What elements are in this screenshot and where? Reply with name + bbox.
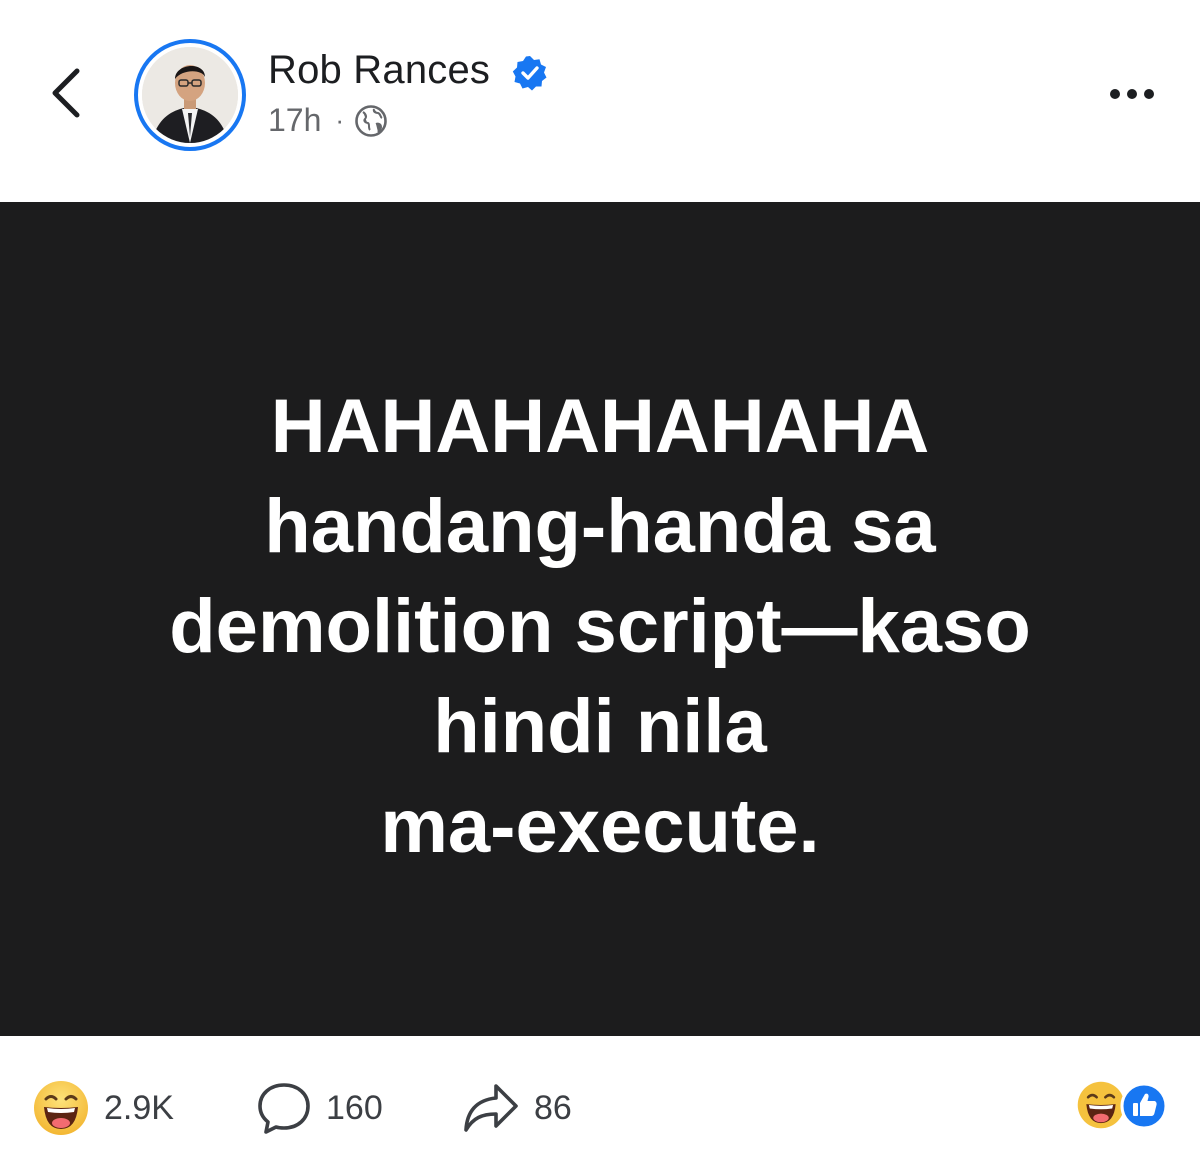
post-text-line: demolition script—kaso xyxy=(169,584,1031,669)
post-header: Rob Rances 17h · xyxy=(0,0,1200,202)
post-page: Rob Rances 17h · HAHAHAHAHAHA handang-ha… xyxy=(0,0,1200,1168)
reactions-summary[interactable] xyxy=(1074,1076,1174,1140)
post-text-line: handang-handa sa xyxy=(264,484,936,569)
meta-separator: · xyxy=(335,105,345,135)
share-button[interactable]: 86 xyxy=(462,1076,572,1140)
share-count: 86 xyxy=(534,1088,572,1127)
timestamp[interactable]: 17h xyxy=(268,102,321,139)
avatar[interactable] xyxy=(134,39,246,151)
post-text: HAHAHAHAHAHA handang-handa sa demolition… xyxy=(100,377,1100,877)
post-text-line: HAHAHAHAHAHA xyxy=(270,384,930,469)
reaction-count: 2.9K xyxy=(104,1088,174,1127)
comment-button[interactable]: 160 xyxy=(256,1076,383,1140)
comment-icon xyxy=(258,1083,310,1134)
comment-count: 160 xyxy=(326,1088,383,1127)
more-dot-icon xyxy=(1110,89,1120,99)
more-dot-icon xyxy=(1127,89,1137,99)
haha-icon xyxy=(1077,1081,1125,1129)
post-text-card[interactable]: HAHAHAHAHAHA handang-handa sa demolition… xyxy=(0,202,1200,1036)
more-options-button[interactable] xyxy=(1100,72,1164,116)
post-text-line: ma-execute. xyxy=(380,784,820,869)
post-footer: 2.9K 160 86 xyxy=(0,1036,1200,1168)
share-icon xyxy=(464,1084,518,1132)
post-meta: 17h · xyxy=(268,102,388,139)
globe-icon xyxy=(355,104,387,137)
author-name[interactable]: Rob Rances xyxy=(268,48,490,93)
chevron-left-icon xyxy=(52,68,80,118)
avatar-photo xyxy=(142,47,238,143)
more-dot-icon xyxy=(1144,89,1154,99)
verified-badge-icon xyxy=(512,56,547,91)
react-button[interactable]: 2.9K xyxy=(32,1076,174,1140)
haha-icon xyxy=(34,1081,88,1135)
post-text-line: hindi nila xyxy=(433,684,767,769)
back-button[interactable] xyxy=(40,62,92,124)
like-icon xyxy=(1120,1082,1168,1130)
